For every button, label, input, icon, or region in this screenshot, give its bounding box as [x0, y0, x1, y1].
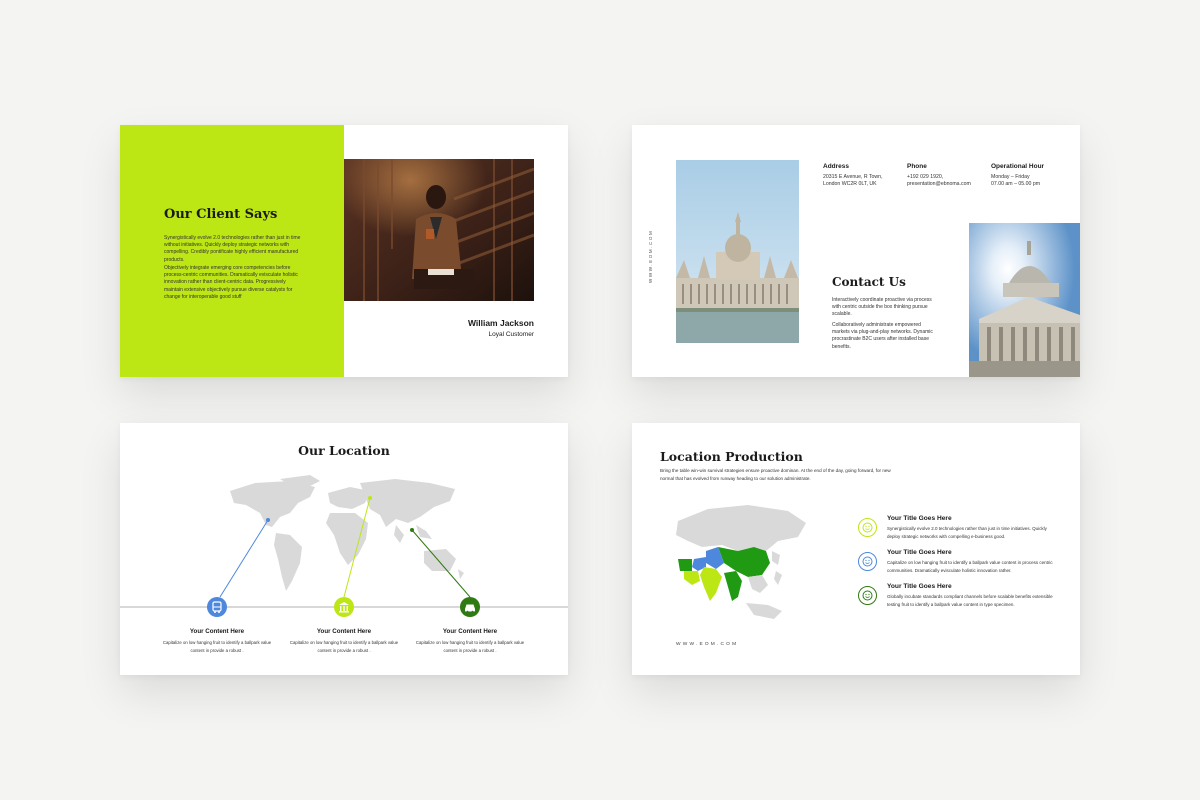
hours-column: Operational Hour Monday – Friday 07.00 a… — [991, 163, 1044, 187]
slide-title: Contact Us — [832, 275, 906, 289]
location-marker-3 — [460, 597, 480, 617]
location-marker-2 — [334, 597, 354, 617]
location-item-title: Your Content Here — [442, 628, 498, 635]
phone-column: Phone +192 029 1920, presentation@ebnoma… — [907, 163, 971, 187]
location-item-text: Capitalize on low hanging fruit to ident… — [415, 640, 525, 653]
column-line: London WC2R 0LT, UK — [823, 180, 877, 187]
bullet-title: Your Title Goes Here — [887, 515, 952, 522]
column-heading: Operational Hour — [991, 163, 1045, 170]
bullet-ring — [858, 518, 877, 537]
client-role: Loyal Customer — [488, 331, 534, 338]
location-item-title: Your Content Here — [189, 628, 245, 635]
testimonial-paragraph: Synergistically evolve 2.0 technologies … — [164, 235, 301, 263]
location-marker-1 — [207, 597, 227, 617]
location-connector-lines — [219, 496, 471, 598]
website-url: WWW.EOM.COM — [676, 642, 739, 647]
column-line: +192 029 1920, — [907, 174, 944, 180]
asia-map — [676, 505, 806, 619]
contact-paragraph: Collaboratively administrate empowered m… — [832, 322, 933, 350]
bank-icon — [339, 602, 349, 613]
bus-icon — [212, 601, 222, 614]
vertical-website-url: WWW.EOM.COM — [648, 229, 653, 283]
column-heading: Address — [823, 163, 850, 170]
smiley-icon — [862, 556, 873, 567]
client-photo — [344, 159, 534, 301]
bullet-text: Globally incubate standards compliant ch… — [887, 594, 1053, 608]
column-line: 07.00 am – 05.00 pm — [991, 180, 1041, 187]
location-item-title: Your Content Here — [316, 628, 372, 635]
bullet-title: Your Title Goes Here — [887, 583, 952, 590]
smiley-icon — [862, 522, 873, 533]
bullet-text: Synergistically evolve 2.0 technologies … — [887, 526, 1047, 540]
column-line: Monday – Friday — [991, 174, 1030, 180]
bullet-ring — [858, 552, 877, 571]
slide-contact-us: WWW.EOM.COM Address 20315 E Avenue, R To… — [632, 125, 1080, 377]
bullet-title: Your Title Goes Here — [887, 549, 952, 556]
address-column: Address 20315 E Avenue, R Town, London W… — [823, 163, 883, 187]
slide-title: Location Production — [660, 449, 803, 464]
intro-paragraph: Bring the table win-win survival strateg… — [660, 468, 891, 481]
contact-paragraph: Interactively coordinate proactive via p… — [832, 297, 932, 318]
location-item-text: Capitalize on low hanging fruit to ident… — [289, 640, 399, 653]
smiley-icon — [862, 590, 873, 601]
car-icon — [465, 604, 475, 613]
slide-client-testimonial: Our Client Says Synergistically evolve 2… — [120, 125, 568, 377]
column-line: presentation@ebnoma.com — [907, 180, 971, 187]
bullet-text: Capitalize on low hanging fruit to ident… — [887, 560, 1053, 574]
client-name: William Jackson — [467, 318, 534, 328]
slide-our-location: Our Location Your Content Here Capitaliz… — [120, 423, 568, 675]
slide-title: Our Client Says — [164, 207, 278, 222]
capitol-building-photo — [969, 223, 1080, 377]
column-heading: Phone — [907, 163, 927, 170]
slide-location-production: Location Production Bring the table win-… — [632, 423, 1080, 675]
location-item-text: Capitalize on low hanging fruit to ident… — [162, 640, 272, 653]
column-line: 20315 E Avenue, R Town, — [823, 174, 883, 180]
testimonial-paragraph: Objectively integrate emerging core comp… — [164, 265, 298, 300]
bullet-ring — [858, 586, 877, 605]
parliament-building-photo — [676, 160, 799, 343]
